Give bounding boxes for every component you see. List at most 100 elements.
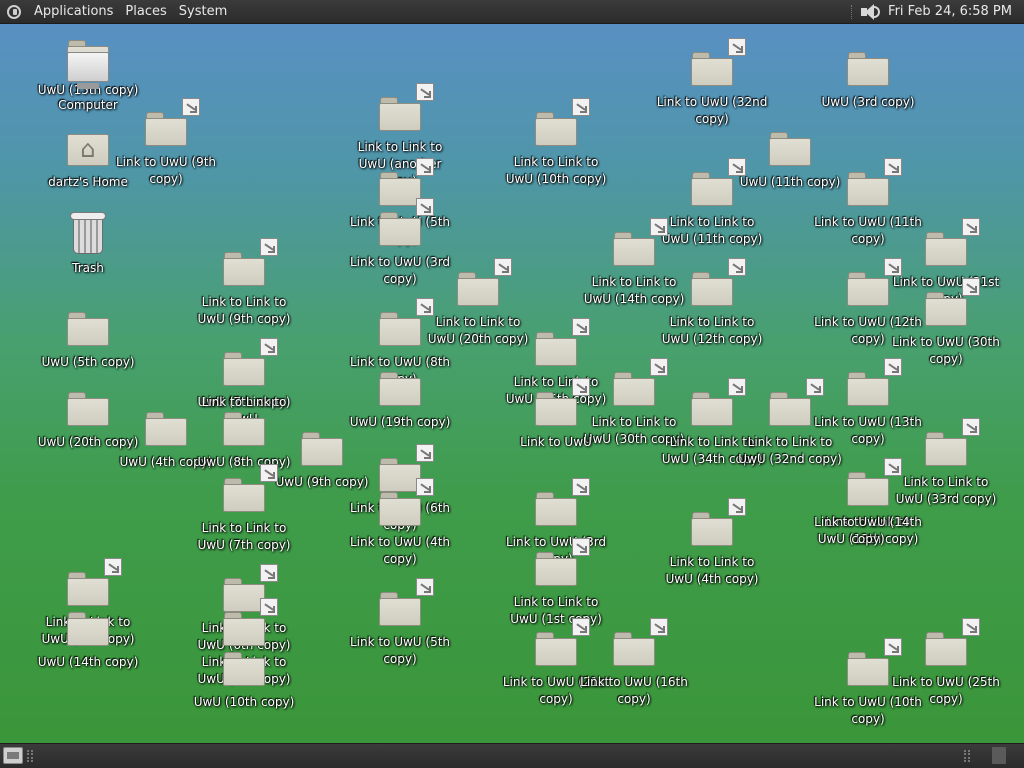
desktop-icon-link-to-uwu-25th-copy[interactable]: Link to UwU (25th copy) — [890, 618, 1002, 708]
folder-icon — [379, 578, 434, 626]
menu-system[interactable]: System — [173, 4, 233, 19]
symlink-arrow-icon — [494, 258, 512, 276]
desktop-icon-link-to-uwu-32nd-copy[interactable]: Link to UwU (32nd copy) — [656, 38, 768, 128]
desktop-icon-label: Link to UwU (14th copy) — [814, 515, 922, 546]
symlink-arrow-icon — [806, 378, 824, 396]
top-panel: Applications Places System Fri Feb 24, 6… — [0, 0, 1024, 24]
desktop-icon-label: Link to Link to UwU (9th copy) — [197, 295, 291, 326]
desktop-icon-uwu-14th-copy[interactable]: UwU (14th copy) — [32, 612, 144, 671]
folder-icon — [691, 38, 746, 86]
folder-icon — [847, 258, 902, 306]
folder-icon — [457, 258, 512, 306]
desktop-icon-label: Link to Link to UwU (7th copy) — [197, 521, 291, 552]
folder-icon — [535, 538, 590, 586]
folder-icon — [691, 258, 746, 306]
symlink-arrow-icon — [416, 198, 434, 216]
folder-icon — [379, 298, 434, 346]
desktop-icon-label: UwU (3rd copy) — [821, 95, 915, 109]
desktop-icon-link-to-uwu-5th-copy[interactable]: Link to UwU (5th copy) — [344, 578, 456, 668]
desktop-icon-label: Link to UwU — [520, 435, 592, 449]
show-desktop-icon[interactable] — [3, 747, 23, 764]
computer-icon — [65, 52, 111, 92]
symlink-arrow-icon — [416, 83, 434, 101]
desktop-icon-label: Link to UwU (5th copy) — [349, 635, 451, 666]
desktop-icon-dartz-s-home[interactable]: dartz's Home — [32, 132, 144, 191]
desktop-icon-label: Trash — [72, 261, 104, 275]
folder-icon — [613, 358, 668, 406]
symlink-arrow-icon — [260, 238, 278, 256]
panel-drag-handle[interactable] — [27, 750, 33, 762]
symlink-arrow-icon — [416, 298, 434, 316]
desktop-icon-label: UwU (14th copy) — [37, 655, 139, 669]
desktop-icon-link-to-link-to-uwu-12th-copy[interactable]: Link to Link to UwU (12th copy) — [656, 258, 768, 348]
desktop-icon-label: Link to UwU (4th copy) — [349, 535, 451, 566]
folder-icon — [925, 218, 980, 266]
desktop-icon-label: Link to UwU (30th copy) — [892, 335, 1000, 366]
symlink-arrow-icon — [728, 38, 746, 56]
menu-places[interactable]: Places — [119, 4, 172, 19]
symlink-arrow-icon — [416, 158, 434, 176]
desktop-icon-link-to-uwu-4th-copy[interactable]: Link to UwU (4th copy) — [344, 478, 456, 568]
folder-icon — [925, 278, 980, 326]
folder-icon — [67, 612, 109, 646]
volume-wave — [874, 5, 881, 18]
desktop-icon-uwu-5th-copy[interactable]: UwU (5th copy) — [32, 312, 144, 371]
desktop-icon-label: dartz's Home — [48, 175, 128, 189]
desktop-icon-computer[interactable]: Computer — [32, 52, 144, 114]
menu-applications[interactable]: Applications — [28, 4, 119, 19]
symlink-arrow-icon — [104, 558, 122, 576]
desktop-icon-link-to-link-to-uwu-4th-copy[interactable]: Link to Link to UwU (4th copy) — [656, 498, 768, 588]
clock[interactable]: Fri Feb 24, 6:58 PM — [888, 4, 1024, 19]
symlink-arrow-icon — [416, 478, 434, 496]
symlink-arrow-icon — [260, 564, 278, 582]
desktop-icon-uwu-19th-copy[interactable]: UwU (19th copy) — [344, 372, 456, 431]
desktop-icon-label: UwU (5th copy) — [41, 355, 135, 369]
symlink-arrow-icon — [260, 464, 278, 482]
folder-icon — [379, 198, 434, 246]
symlink-arrow-icon — [650, 358, 668, 376]
symlink-arrow-icon — [572, 98, 590, 116]
folder-icon — [379, 158, 434, 206]
desktop-icon-link-to-link-to-uwu-10th-copy[interactable]: Link to Link to UwU (10th copy) — [500, 98, 612, 188]
folder-icon — [769, 378, 824, 426]
desktop-icon-link-to-uwu-14th-copy[interactable]: Link to UwU (14th copy) — [812, 458, 924, 548]
folder-icon — [535, 618, 590, 666]
desktop-icon-label: UwU (10th copy) — [193, 695, 295, 709]
desktop-icon-label: Link to UwU (32nd copy) — [656, 95, 768, 126]
trash-applet-icon[interactable] — [992, 747, 1006, 764]
desktop-icon-trash[interactable]: Trash — [32, 212, 144, 277]
desktop-icon-link-to-uwu-30th-copy[interactable]: Link to UwU (30th copy) — [890, 278, 1002, 368]
folder-icon — [223, 338, 278, 386]
symlink-arrow-icon — [650, 618, 668, 636]
desktop-icon-link-to-uwu-16th-copy[interactable]: Link to UwU (16th copy) — [578, 618, 690, 708]
desktop-icon-uwu-3rd-copy[interactable]: UwU (3rd copy) — [812, 52, 924, 111]
desktop-icon-uwu-10th-copy[interactable]: UwU (10th copy) — [188, 652, 300, 711]
symlink-arrow-icon — [572, 478, 590, 496]
symlink-arrow-icon — [260, 598, 278, 616]
symlink-arrow-icon — [962, 278, 980, 296]
symlink-arrow-icon — [572, 378, 590, 396]
desktop-icon-link-to-link-to-uwu-1st-copy[interactable]: Link to Link to UwU (1st copy) — [500, 538, 612, 628]
folder-icon — [925, 418, 980, 466]
symlink-arrow-icon — [884, 458, 902, 476]
symlink-arrow-icon — [962, 618, 980, 636]
desktop-icon-link-to-link-to-uwu-9th-copy[interactable]: Link to Link to UwU (9th copy) — [188, 238, 300, 328]
folder-icon — [223, 598, 278, 646]
volume-icon[interactable] — [860, 3, 882, 21]
bottom-panel — [0, 743, 1024, 768]
folder-icon — [223, 652, 265, 686]
desktop-icon-link-to-uwu[interactable]: Link to UwU — [500, 378, 612, 451]
folder-icon — [847, 358, 902, 406]
folder-icon — [67, 392, 109, 426]
desktop-icon-label: Link to UwU (16th copy) — [580, 675, 688, 706]
desktop-icon-label: Link to Link to UwU (12th copy) — [661, 315, 763, 346]
folder-icon — [925, 618, 980, 666]
panel-drag-handle-right[interactable] — [964, 750, 970, 762]
desktop-icon-link-to-link-to-uwu-7th-copy[interactable]: Link to Link to UwU (7th copy) — [188, 464, 300, 554]
distro-logo-icon[interactable] — [6, 4, 22, 20]
desktop-icon-label: Link to Link to UwU (4th copy) — [665, 555, 759, 586]
symlink-arrow-icon — [650, 218, 668, 236]
folder-icon — [535, 98, 590, 146]
folder-icon — [691, 158, 746, 206]
folder-icon — [223, 464, 278, 512]
